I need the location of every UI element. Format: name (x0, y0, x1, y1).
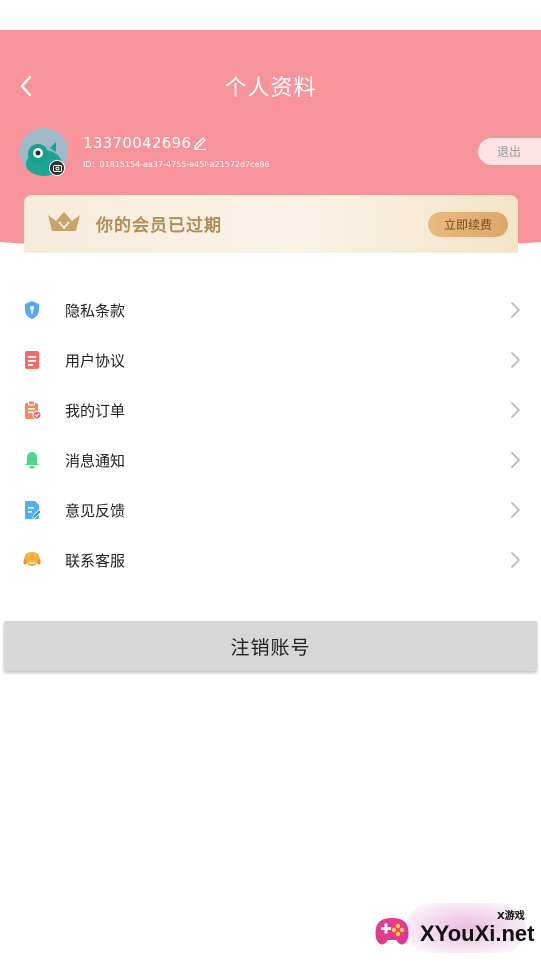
chevron-right-icon (511, 452, 520, 468)
gamepad-logo-icon (375, 918, 409, 945)
camera-icon (52, 165, 62, 172)
membership-status: 你的会员已过期 (96, 216, 222, 236)
shield-icon (25, 301, 39, 319)
chevron-right-icon (511, 552, 520, 568)
camera-badge[interactable] (49, 160, 65, 176)
menu-item-label: 用户协议 (65, 352, 126, 370)
menu-item-user-agreement[interactable]: 用户协议 (0, 335, 541, 385)
chevron-right-icon (511, 402, 520, 418)
watermark: X游戏 XYouXi.net (366, 895, 541, 963)
feedback-icon (25, 501, 42, 519)
menu-item-label: 意见反馈 (65, 502, 126, 520)
watermark-small-text: X游戏 (497, 911, 525, 922)
menu-item-label: 我的订单 (65, 402, 126, 420)
renew-button[interactable]: 立即续费 (428, 212, 508, 237)
status-bar (0, 0, 541, 30)
pencil-icon[interactable] (192, 134, 208, 150)
delete-account-button[interactable]: 注销账号 (4, 621, 537, 671)
watermark-site-text: XYouXi.net (420, 921, 535, 946)
logout-button[interactable]: 退出 (478, 138, 541, 165)
chevron-right-icon (511, 502, 520, 518)
chevron-right-icon (511, 352, 520, 368)
document-icon (25, 351, 39, 369)
membership-card[interactable]: 你的会员已过期 立即续费 (24, 195, 518, 253)
phone-number: 13370042696 (83, 134, 192, 152)
menu-item-label: 联系客服 (65, 552, 126, 570)
menu-item-notifications[interactable]: 消息通知 (0, 435, 541, 485)
crown-icon (48, 212, 80, 231)
menu-item-my-orders[interactable]: 我的订单 (0, 385, 541, 435)
menu-item-feedback[interactable]: 意见反馈 (0, 485, 541, 535)
headset-icon (23, 551, 41, 566)
chevron-right-icon (511, 302, 520, 318)
menu-item-label: 消息通知 (65, 452, 126, 470)
bell-icon (25, 452, 39, 469)
menu-list: 隐私条款 用户协议 我的订单 消息通知 意见反馈 联系客服 (0, 285, 541, 585)
page-title: 个人资料 (224, 76, 317, 101)
menu-item-customer-service[interactable]: 联系客服 (0, 535, 541, 585)
clipboard-icon (25, 400, 42, 420)
menu-item-privacy[interactable]: 隐私条款 (0, 285, 541, 335)
menu-item-label: 隐私条款 (65, 302, 126, 320)
user-id: ID：01815154-aa37-4755-a45f-a21572d7ce86 (83, 160, 270, 169)
